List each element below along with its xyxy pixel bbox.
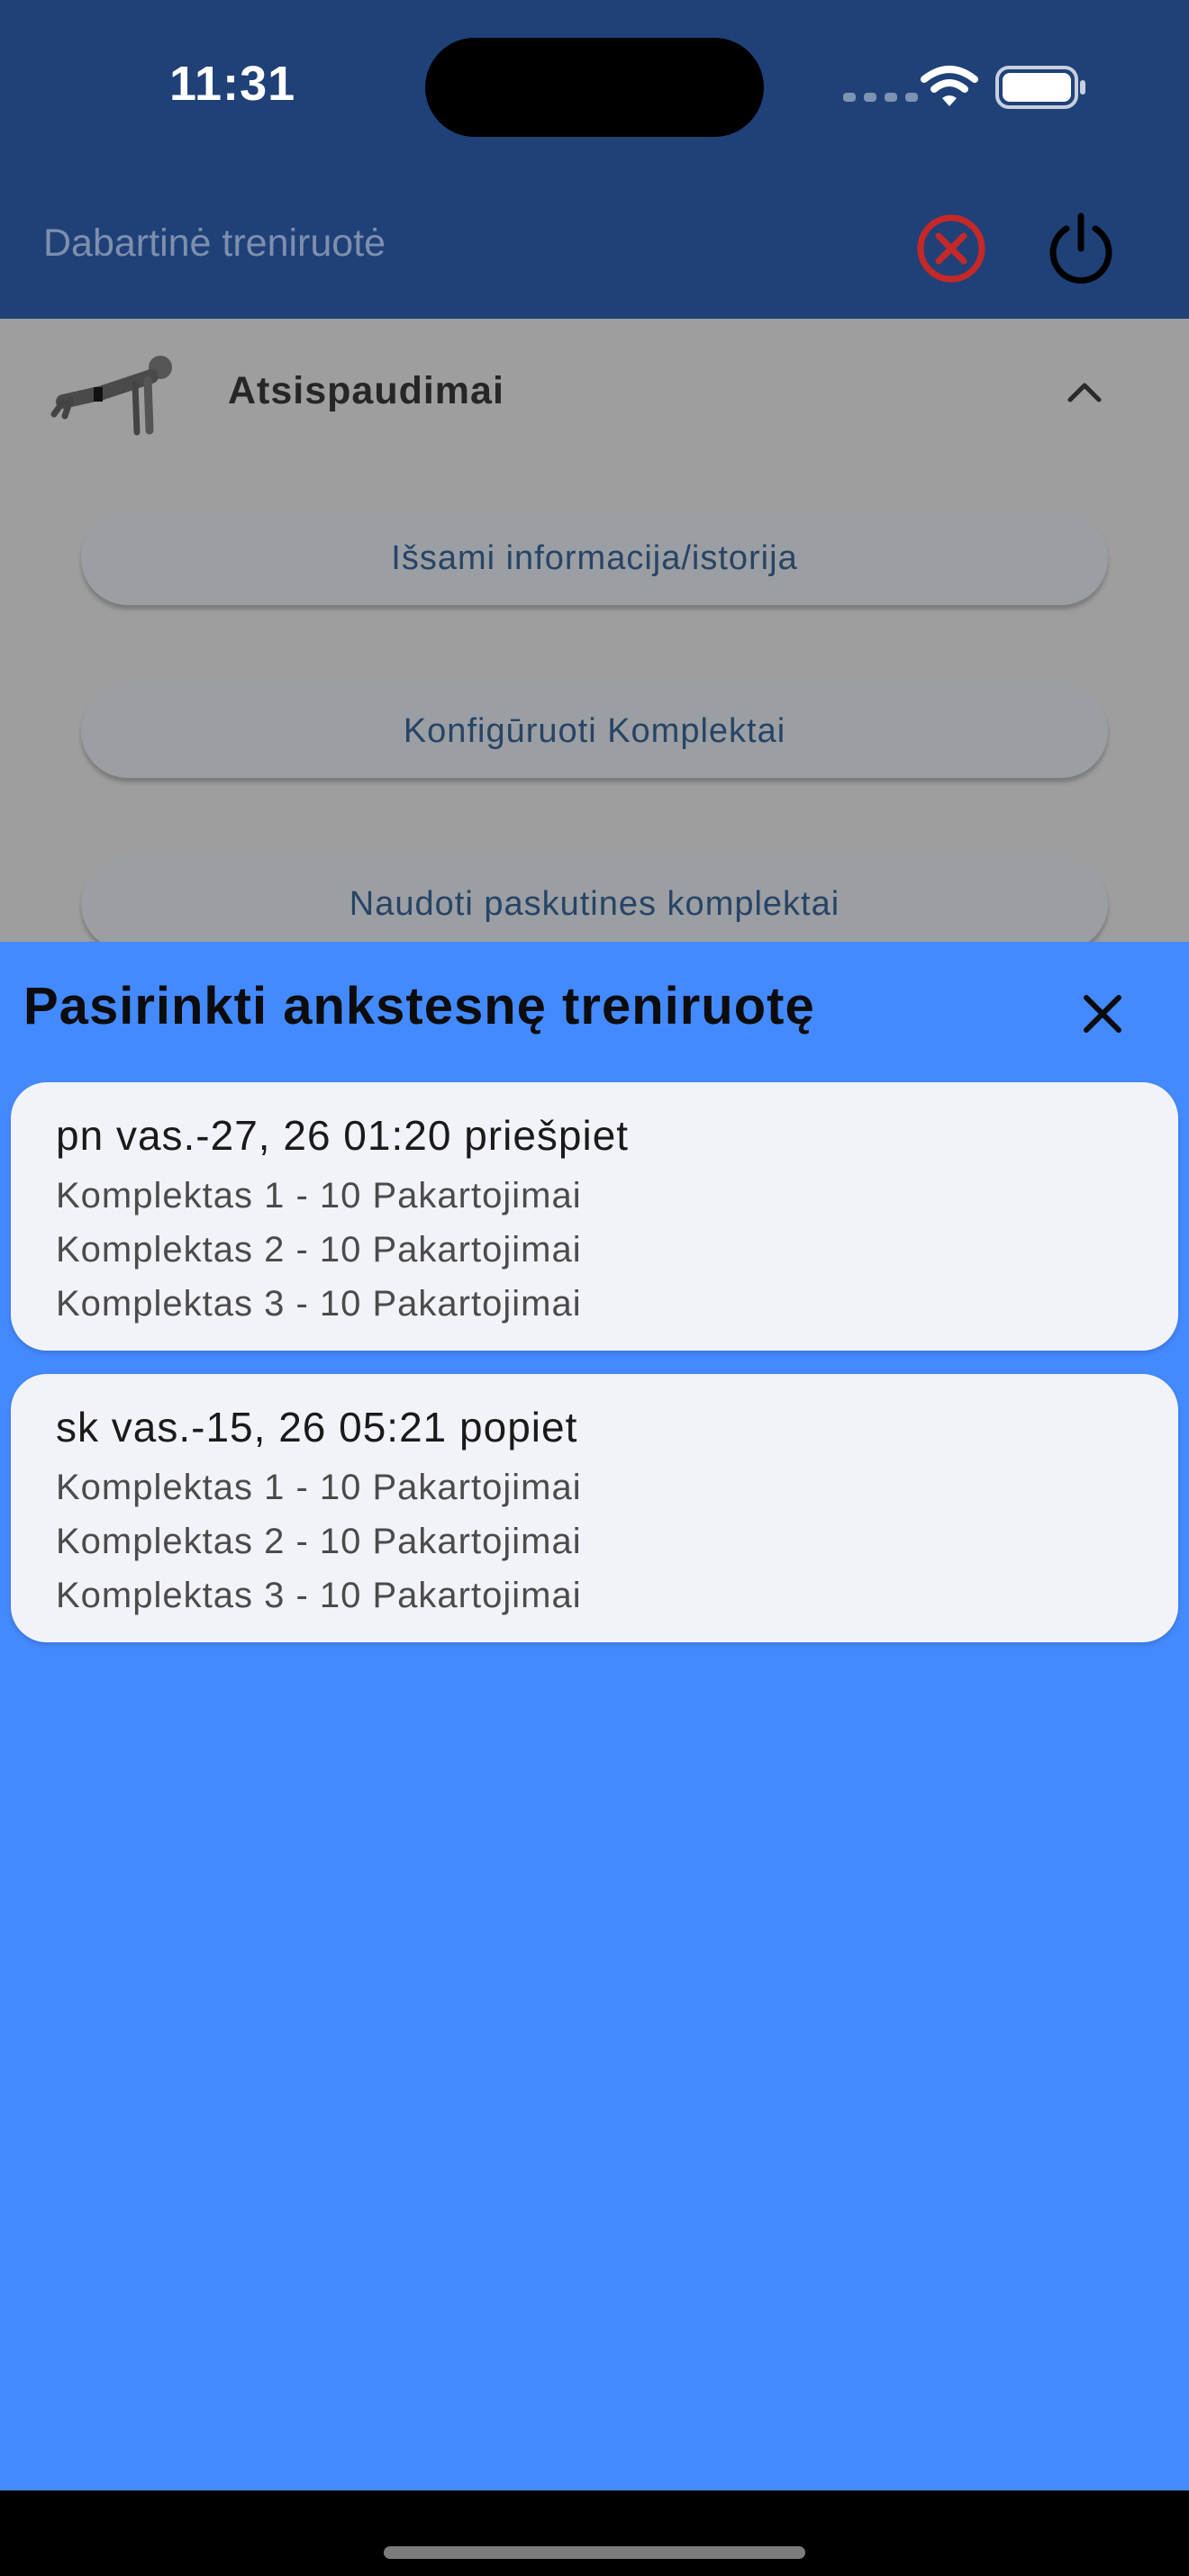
pushup-figure-image [50,356,172,436]
home-indicator[interactable] [384,2546,805,2559]
exercise-name: Atsispaudimai [228,369,504,412]
set-summary: Komplektas 1 - 10 Pakartojimai [56,1468,582,1507]
set-summary: Komplektas 3 - 10 Pakartojimai [56,1576,582,1615]
app-bar: Dabartinė treniruotė [0,189,1189,319]
home-bar-area [0,2490,1189,2576]
sheet-title: Pasirinkti ankstesnę treniruotę [23,977,815,1035]
set-summary: Komplektas 2 - 10 Pakartojimai [56,1522,582,1561]
workout-card[interactable]: sk vas.-15, 26 05:21 popiet Komplektas 1… [11,1374,1178,1642]
cellular-signal-icon [843,93,918,102]
workout-date: sk vas.-15, 26 05:21 popiet [56,1404,578,1451]
set-summary: Komplektas 2 - 10 Pakartojimai [56,1230,582,1270]
dynamic-island [425,38,764,137]
power-icon[interactable] [1041,209,1121,288]
status-time: 11:31 [169,57,296,111]
details-history-button[interactable]: Išsami informacija/istorija [81,511,1108,605]
set-summary: Komplektas 1 - 10 Pakartojimai [56,1176,582,1216]
workout-card[interactable]: pn vas.-27, 26 01:20 priešpiet Komplekta… [11,1082,1178,1351]
wifi-icon [921,66,978,106]
use-last-sets-button[interactable]: Naudoti paskutines komplektai [81,857,1108,942]
set-summary: Komplektas 3 - 10 Pakartojimai [56,1284,582,1324]
configure-sets-button[interactable]: Konfigūruoti Komplektai [81,684,1108,778]
exercise-header[interactable]: Atsispaudimai [0,319,1189,472]
status-bar: 11:31 [0,0,1189,189]
chevron-up-icon[interactable] [1065,378,1104,405]
previous-workout-sheet: Pasirinkti ankstesnę treniruotę pn vas.-… [0,942,1189,2490]
close-icon[interactable] [1068,980,1137,1048]
cancel-workout-icon[interactable] [912,209,991,288]
workout-date: pn vas.-27, 26 01:20 priešpiet [56,1112,630,1159]
battery-icon [995,66,1085,109]
page-title: Dabartinė treniruotė [43,221,386,265]
workout-content: Atsispaudimai Išsami informacija/istorij… [0,319,1189,942]
